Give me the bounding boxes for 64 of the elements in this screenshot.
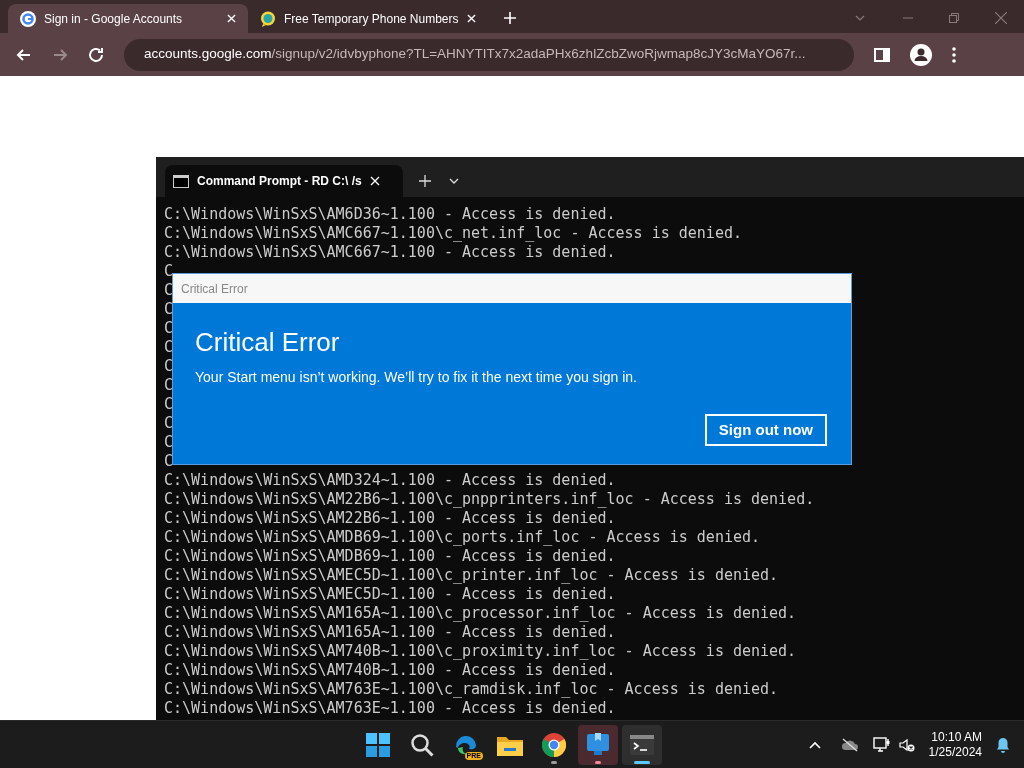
terminal-line: C:\Windows\WinSxS\AM740B~1.100\c_proximity.inf_loc - Access is denied. <box>164 642 797 661</box>
clock-date[interactable]: 1/25/2024 <box>928 744 982 760</box>
clock-time[interactable]: 10:10 AM <box>931 729 982 745</box>
terminal-icon <box>630 734 654 755</box>
terminal-line: C <box>164 395 174 414</box>
terminal-line: C <box>164 433 174 452</box>
terminal-line: C <box>164 414 174 433</box>
terminal-line: C:\Windows\WinSxS\AMC667~1.100 - Access is denied. <box>164 243 616 262</box>
bookmark-app-icon <box>587 732 609 757</box>
volume-muted-icon[interactable] <box>898 736 915 753</box>
chrome-logo-icon <box>542 732 566 757</box>
terminal-line: C <box>164 262 174 281</box>
terminal-line: C:\Windows\WinSxS\AMDB69~1.100 - Access is denied. <box>164 547 616 566</box>
browser-tab[interactable]: Free Temporary Phone Numbers <box>248 4 488 33</box>
tab-title: Sign in - Google Accounts <box>44 10 184 28</box>
terminal-line: C <box>164 281 174 300</box>
tab-search-icon[interactable] <box>855 15 865 21</box>
chevron-up-icon[interactable] <box>808 740 821 749</box>
terminal-line: C <box>164 357 174 376</box>
terminal-line: C:\Windows\WinSxS\AMEC5D~1.100\c_printer.inf_loc - Access is denied. <box>164 566 779 585</box>
terminal-line: C:\Windows\WinSxS\AM6D36~1.100 - Access is denied. <box>164 205 616 224</box>
terminal-line: C <box>164 376 174 395</box>
terminal-line: C:\Windows\WinSxS\AM763E~1.100\c_ramdisk.inf_loc - Access is denied. <box>164 680 779 699</box>
chat-bubble-icon <box>260 10 276 27</box>
terminal-line: C:\Windows\WinSxS\AMEC5D~1.100 - Access is denied. <box>164 585 616 604</box>
browser-tab[interactable]: Sign in - Google Accounts <box>8 4 248 33</box>
sign-out-button[interactable]: Sign out now <box>704 414 827 446</box>
google-icon <box>20 10 36 27</box>
restore-icon[interactable] <box>949 13 959 23</box>
terminal-line: C:\Windows\WinSxS\AMDB69~1.100\c_ports.inf_loc - Access is denied. <box>164 528 761 547</box>
terminal-line: C:\Windows\WinSxS\AMC667~1.100\c_net.inf_loc - Access is denied. <box>164 224 742 243</box>
profile-icon[interactable] <box>910 43 932 66</box>
dialog-title: Critical Error <box>181 280 248 298</box>
tab-title: Free Temporary Phone Numbers <box>284 10 459 28</box>
terminal-line: C <box>164 452 174 471</box>
menu-icon[interactable] <box>952 46 956 63</box>
console-icon <box>173 174 189 188</box>
terminal-line: C <box>164 300 174 319</box>
taskbar-app[interactable] <box>578 724 618 765</box>
url-text: accounts.google.com/signup/v2/idvbyphone?TL=AHNYTITx7x2adaPHx6zhlZcbZwoRjwmap8cJY3cMaYO67r... <box>144 45 806 64</box>
dialog-heading: Critical Error <box>195 326 341 359</box>
cloud-offline-icon[interactable] <box>840 737 859 752</box>
edge-logo-icon <box>454 734 478 755</box>
terminal-line: C <box>164 319 174 338</box>
dropdown-icon[interactable] <box>449 178 459 184</box>
network-icon[interactable] <box>872 736 891 753</box>
bell-icon[interactable] <box>996 736 1010 753</box>
terminal-line: C:\Windows\WinSxS\AMD324~1.100 - Access is denied. <box>164 471 616 490</box>
terminal-line: C:\Windows\WinSxS\AM22B6~1.100\c_pnpprinters.inf_loc - Access is denied. <box>164 490 815 509</box>
taskbar-app[interactable] <box>622 724 662 765</box>
dialog-message: Your Start menu isn’t working. We’ll try to fix it the next time you sign in. <box>195 368 638 387</box>
terminal-line: C:\Windows\WinSxS\AM22B6~1.100 - Access is denied. <box>164 509 616 528</box>
windows-logo-icon <box>366 732 390 757</box>
new-tab-icon[interactable] <box>419 175 431 187</box>
terminal-line: C:\Windows\WinSxS\AM165A~1.100\c_processor.inf_loc - Access is denied. <box>164 604 797 623</box>
address-bar[interactable]: accounts.google.com/signup/v2/idvbyphone?TL=AHNYTITx7x2adaPHx6zhlZcbZwoRjwmap8cJY3cMaYO67r... <box>124 38 854 71</box>
terminal-tab[interactable]: Command Prompt - RD C:\ /s <box>165 165 403 197</box>
terminal-line: C:\Windows\WinSxS\AM740B~1.100 - Access is denied. <box>164 661 616 680</box>
tab-title: Command Prompt - RD C:\ /s <box>197 173 362 190</box>
terminal-line: C:\Windows\WinSxS\AM763E~1.100 - Access is denied. <box>164 699 616 718</box>
terminal-line: C:\Windows\WinSxS\AM165A~1.100 - Access is denied. <box>164 623 616 642</box>
side-panel-icon[interactable] <box>874 46 890 63</box>
terminal-line: C <box>164 338 174 357</box>
search-icon <box>410 732 434 757</box>
